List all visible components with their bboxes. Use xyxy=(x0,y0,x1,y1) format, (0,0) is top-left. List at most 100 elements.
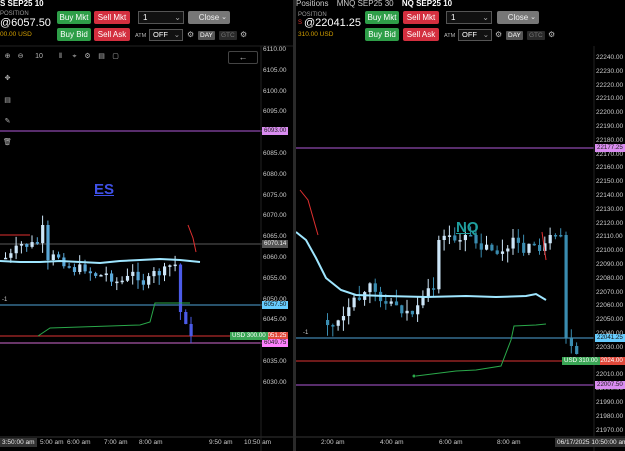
candle-body xyxy=(500,251,505,254)
time-label: 4:00 am xyxy=(380,439,404,446)
price-axis-label: 6110.00 xyxy=(263,46,287,53)
price-badge-pink: 6049.75 xyxy=(262,339,289,347)
candle-body xyxy=(458,240,462,242)
candle-body xyxy=(110,273,114,282)
crosshair-time-badge: 3:50:00 am xyxy=(0,438,37,447)
price-axis-label: 22150.00 xyxy=(596,178,624,186)
price-axis-label: 22120.00 xyxy=(596,219,624,227)
price-axis-label: 21980.00 xyxy=(596,412,624,420)
price-axis-label: 22140.00 xyxy=(596,192,624,199)
candle-body xyxy=(41,225,45,244)
price-axis-label: 22210.00 xyxy=(596,95,624,103)
price-badge-purple: 6093.00 xyxy=(262,127,289,135)
candle-body xyxy=(147,276,151,285)
candle-body xyxy=(163,266,167,276)
time-label: 9:50 am xyxy=(209,439,233,446)
price-axis-label: 6075.00 xyxy=(263,191,287,199)
price-axis-label: 22080.00 xyxy=(596,274,624,282)
candle-body xyxy=(490,244,494,251)
es-chart-panel: S SEP25 10 POSITION @6057.50 00.00 USD B… xyxy=(0,0,293,451)
candle-body xyxy=(115,281,119,284)
price-badge-purple-top: 22177.25 xyxy=(595,144,625,152)
price-axis-label: 6095.00 xyxy=(263,108,287,116)
candle-body xyxy=(35,242,39,244)
price-axis-label: 22190.00 xyxy=(596,123,624,130)
time-label: 10:50 am xyxy=(244,439,272,446)
candle-body xyxy=(326,320,330,326)
time-label: 2:00 am xyxy=(321,439,345,446)
candle-body xyxy=(495,250,499,254)
candle-body xyxy=(14,245,18,254)
price-axis-label: 6035.00 xyxy=(263,358,287,365)
candle-body xyxy=(104,273,108,276)
candle-body xyxy=(131,271,135,276)
candle-body xyxy=(432,288,436,290)
candle-body xyxy=(405,310,409,314)
candle-body xyxy=(120,280,124,283)
candle-body xyxy=(569,338,573,346)
candle-body xyxy=(559,235,563,237)
price-axis-label: 6070.00 xyxy=(263,212,287,220)
es-price-chart[interactable] xyxy=(0,0,293,451)
candle-body xyxy=(389,301,393,304)
candle-body xyxy=(553,235,558,237)
candle-body xyxy=(331,325,335,327)
time-label: 6:00 am xyxy=(439,439,463,446)
candle-body xyxy=(410,310,414,315)
price-axis-label: 22100.00 xyxy=(596,247,624,255)
price-axis-label: 6080.00 xyxy=(263,170,287,178)
price-axis-label: 22180.00 xyxy=(596,136,624,144)
price-axis-label: 6055.00 xyxy=(263,274,287,282)
price-axis-label: 6100.00 xyxy=(263,87,287,95)
nq-chart-panel: Positions MNQ SEP25 30 NQ SEP25 10 POSIT… xyxy=(296,0,625,451)
candle-body xyxy=(4,257,8,260)
candle-body xyxy=(394,301,399,306)
candle-body xyxy=(157,271,161,276)
price-axis-label: 22060.00 xyxy=(596,302,624,310)
ticker-label: ES xyxy=(94,181,115,198)
price-axis-label: 6045.00 xyxy=(263,316,287,324)
candle-body xyxy=(357,297,361,300)
position-marker: -1 xyxy=(2,297,8,303)
price-axis-label: 22160.00 xyxy=(596,164,624,172)
candle-body xyxy=(173,264,177,267)
candle-body xyxy=(527,243,531,253)
candle-body xyxy=(94,273,98,276)
candle-body xyxy=(125,275,130,281)
candle-body xyxy=(51,254,55,260)
candle-body xyxy=(189,324,193,336)
price-axis-label: 22110.00 xyxy=(596,233,623,241)
candle-body xyxy=(136,271,140,281)
price-axis-label: 22200.00 xyxy=(596,109,624,117)
crosshair-time-badge: 06/17/2025 10:50:00 am xyxy=(555,438,625,447)
price-axis-label: 21990.00 xyxy=(596,399,624,406)
moving-average-line xyxy=(0,257,201,265)
candle-body xyxy=(506,248,510,252)
candle-body xyxy=(30,242,34,247)
candle-body xyxy=(485,244,489,250)
trend-line xyxy=(187,224,197,253)
candle-body xyxy=(152,271,156,277)
candle-body xyxy=(511,237,515,249)
candle-body xyxy=(426,288,430,297)
price-axis-label: 22070.00 xyxy=(596,288,624,296)
candle-body xyxy=(57,254,61,258)
price-axis-label: 6060.00 xyxy=(263,254,287,261)
trailing-stop-line xyxy=(37,302,190,337)
candle-body xyxy=(548,235,552,244)
price-axis-label: 6030.00 xyxy=(263,378,287,386)
price-axis-label: 22010.00 xyxy=(596,371,624,379)
price-axis-label: 22220.00 xyxy=(596,81,624,89)
time-label: 5:00 am xyxy=(40,439,64,446)
candle-body xyxy=(184,312,188,324)
candle-body xyxy=(442,235,446,240)
price-axis-label: 21970.00 xyxy=(596,426,624,434)
candle-body xyxy=(564,235,568,338)
candle-body xyxy=(437,240,441,290)
candle-body xyxy=(168,265,172,267)
price-axis-label: 22230.00 xyxy=(596,67,624,75)
time-label: 6:00 am xyxy=(67,439,91,446)
candle-body xyxy=(453,235,457,241)
trend-line xyxy=(299,189,319,236)
candle-body xyxy=(522,242,526,253)
